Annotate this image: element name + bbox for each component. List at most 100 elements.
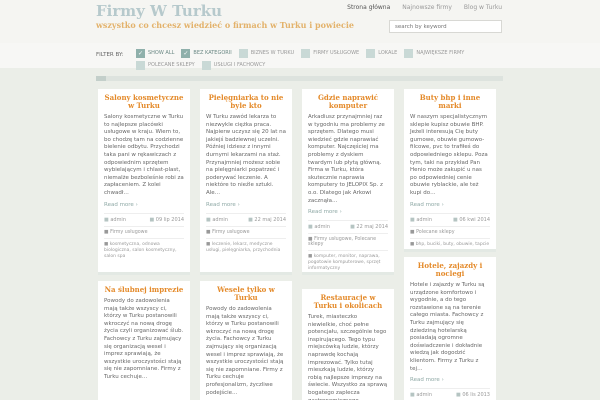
post-title[interactable]: Buty bhp i inne marki [410, 94, 490, 110]
nav-blog[interactable]: Blog w Turku [464, 4, 502, 11]
card-shadow [302, 272, 394, 275]
card-shadow [404, 249, 496, 252]
post-excerpt: Powody do zadowolenia mają także wszyscy… [104, 298, 184, 380]
filter-biznes[interactable]: BIZNES W TURKU [238, 48, 294, 58]
check-icon: ✓ [136, 48, 145, 58]
post-meta: ■ admin ■ 22 maj 2014 [206, 212, 286, 223]
checkbox-icon [301, 48, 311, 58]
post-excerpt: Turek, miasteczko niewielkie, choć pełne… [308, 314, 388, 400]
post-tags: ■ komputer, monitor, naprawa, pogotowie … [308, 250, 388, 272]
site-title[interactable]: Firmy W Turku [96, 2, 222, 20]
post-author[interactable]: admin [110, 217, 126, 223]
post-author[interactable]: admin [314, 224, 330, 230]
user-icon: ■ [206, 216, 211, 223]
user-icon: ■ [308, 224, 313, 231]
post-category: ■ Firmy usługowe [206, 225, 286, 235]
post-card: Gdzie naprawić komputer Arkadiusz przyna… [302, 89, 394, 272]
tag-icon: ■ [410, 241, 415, 247]
post-category: ■ Polecane sklepy [410, 225, 490, 235]
nav-home[interactable]: Strona główna [347, 4, 390, 11]
post-card: Wesele tylko w Turku Powody do zadowolen… [200, 281, 292, 400]
tag-icon: ■ [206, 241, 211, 247]
post-excerpt: W naszym specjalistycznym sklepie kupisz… [410, 114, 488, 196]
calendar-icon: ■ [456, 392, 461, 399]
post-card: Na ślubnej imprezie Powody do zadowoleni… [98, 281, 190, 400]
post-excerpt: Hotele i zajazdy w Turku są urządzone ko… [410, 282, 485, 372]
post-title[interactable]: Pielęgniarka to nie byle kto [206, 94, 286, 110]
read-more-link[interactable]: Read more › [104, 202, 184, 208]
divider-handle [96, 76, 106, 81]
post-title[interactable]: Restauracje w Turku i okolicach [308, 294, 388, 310]
filter-najwieksze-firmy[interactable]: NAJWIĘKSZE FIRMY [404, 48, 464, 58]
post-date: 09 lip 2014 [155, 216, 184, 223]
post-card: Pielęgniarka to nie byle kto W Turku zaw… [200, 89, 292, 272]
folder-icon: ■ [410, 229, 415, 235]
post-title[interactable]: Salony kosmetyczne w Turku [104, 94, 184, 110]
search-input[interactable] [389, 20, 502, 33]
filter-bez-kategorii[interactable]: ✓ BEZ KATEGORII [181, 48, 232, 58]
check-icon: ✓ [181, 48, 191, 58]
post-title[interactable]: Hotele, zajazdy i noclegi [410, 262, 490, 278]
filter-firmy-uslugowe[interactable]: FIRMY USŁUGOWE [301, 48, 359, 58]
filter-lokale[interactable]: LOKALE [366, 48, 397, 58]
read-more-link[interactable]: Read more › [410, 377, 490, 383]
post-title[interactable]: Wesele tylko w Turku [206, 286, 286, 302]
checkbox-icon [238, 48, 248, 58]
post-tags: ■ bhp, buciki, buty, obuwie, tapcie [410, 237, 490, 248]
post-title[interactable]: Na ślubnej imprezie [104, 286, 184, 294]
post-date: 22 maj 2014 [254, 216, 286, 223]
folder-icon: ■ [104, 229, 109, 235]
card-shadow [98, 272, 190, 275]
calendar-icon: ■ [149, 216, 155, 223]
calendar-icon: ■ [350, 224, 355, 231]
checkbox-icon [366, 48, 376, 58]
post-card: Buty bhp i inne marki W naszym specjalis… [404, 89, 496, 249]
checkbox-icon [136, 60, 145, 70]
user-icon: ■ [410, 392, 415, 399]
tag-icon: ■ [104, 241, 109, 247]
read-more-link[interactable]: Read more › [308, 209, 388, 215]
read-more-link[interactable]: Read more › [410, 202, 490, 208]
calendar-icon: ■ [248, 216, 253, 223]
nav-newest[interactable]: Najnowsze firmy [402, 4, 452, 11]
post-category: ■ Firmy usługowe [104, 225, 184, 235]
checkbox-icon [201, 60, 211, 70]
filter-uslugi-fachowcy[interactable]: USŁUGI I FACHOWCY [201, 60, 265, 70]
content-divider [96, 76, 503, 81]
tag-icon: ■ [308, 254, 313, 260]
user-icon: ■ [410, 216, 415, 223]
post-tags: ■ leczenie, lekarz, medyczne usługi, pie… [206, 237, 286, 254]
post-excerpt: W Turku zawód lekarza to niezwykle ciężk… [206, 114, 287, 196]
post-meta: ■ admin ■ 06 kwi 2014 [410, 212, 490, 223]
filter-polecane-sklepy[interactable]: POLECANE SKLEPY [136, 60, 195, 70]
filter-label: FILTER BY: [96, 52, 124, 58]
post-title[interactable]: Gdzie naprawić komputer [308, 94, 388, 110]
post-excerpt: Salony kosmetyczne w Turku to najlepsze … [104, 114, 184, 196]
filter-row-1: ✓ SHOW ALL ✓ BEZ KATEGORII BIZNES W TURKU … [136, 48, 464, 58]
post-date: 06 lis 2013 [462, 392, 490, 399]
filter-bar: FILTER BY: ✓ SHOW ALL ✓ BEZ KATEGORII BIZN… [0, 43, 600, 70]
post-author[interactable]: admin [416, 392, 432, 398]
post-card: Restauracje w Turku i okolicach Turek, m… [302, 289, 394, 400]
user-icon: ■ [104, 216, 109, 223]
post-tags: ■ kosmetyczna, odnowa biologiczna, salon… [104, 237, 184, 260]
post-excerpt: Powody do zadowolenia mają także wszyscy… [206, 306, 284, 396]
post-meta: ■ admin ■ 06 lis 2013 [410, 388, 490, 398]
read-more-link[interactable]: Read more › [206, 202, 286, 208]
post-author[interactable]: admin [416, 217, 432, 223]
post-category: ■ Firmy usługowe, Polecane sklepy [308, 233, 388, 247]
post-author[interactable]: admin [212, 217, 228, 223]
filter-show-all[interactable]: ✓ SHOW ALL [136, 48, 174, 58]
card-shadow [200, 272, 292, 275]
post-date: 22 maj 2014 [356, 224, 388, 231]
post-card: Hotele, zajazdy i noclegi Hotele i zajaz… [404, 257, 496, 400]
site-header: Firmy W Turku wszystko co chcesz wiedzie… [0, 0, 600, 43]
post-meta: ■ admin ■ 22 maj 2014 [308, 220, 388, 230]
folder-icon: ■ [206, 229, 211, 235]
checkbox-icon [404, 48, 414, 58]
filter-row-2: POLECANE SKLEPY USŁUGI I FACHOWCY [136, 60, 265, 70]
site-tagline: wszystko co chcesz wiedzieć o firmach w … [96, 20, 354, 30]
post-excerpt: Arkadiusz przynajmniej raz w tygodniu ma… [308, 114, 385, 204]
post-date: 06 kwi 2014 [459, 216, 490, 223]
top-nav: Strona główna Najnowsze firmy Blog w Tur… [347, 4, 502, 11]
